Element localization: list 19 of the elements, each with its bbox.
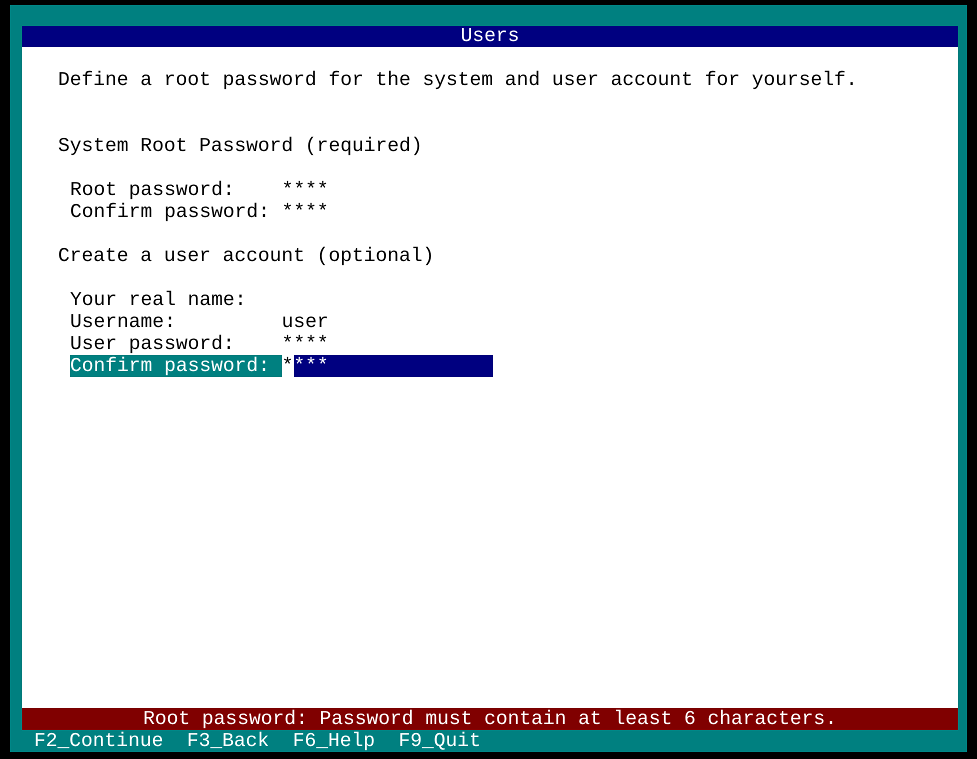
input-field[interactable]: **** <box>282 333 329 355</box>
function-key[interactable]: F2_Continue <box>34 730 164 752</box>
status-message: Root password: Password must contain at least 6 characters. <box>22 708 958 730</box>
function-key[interactable]: F9_Quit <box>398 730 481 752</box>
function-key[interactable]: F3_Back <box>186 730 270 752</box>
field-label: Your real name: <box>70 289 248 311</box>
input-field[interactable]: **** <box>282 179 329 201</box>
window-title: Users <box>22 26 958 47</box>
field-label: Confirm password: <box>70 355 282 377</box>
field-label: User password: <box>70 333 236 355</box>
field-label: Confirm password: <box>70 201 271 223</box>
field-label: Username: <box>70 311 177 333</box>
function-key[interactable]: F6_Help <box>292 730 375 752</box>
instruction-text: Define a root password for the system and user account for yourself. <box>58 69 859 91</box>
field-label: Root password: <box>70 179 236 201</box>
input-field[interactable]: user <box>282 311 329 333</box>
section-heading: Create a user account (optional) <box>58 245 436 267</box>
input-field[interactable]: **** <box>282 201 329 223</box>
section-heading: System Root Password (required) <box>58 135 424 157</box>
